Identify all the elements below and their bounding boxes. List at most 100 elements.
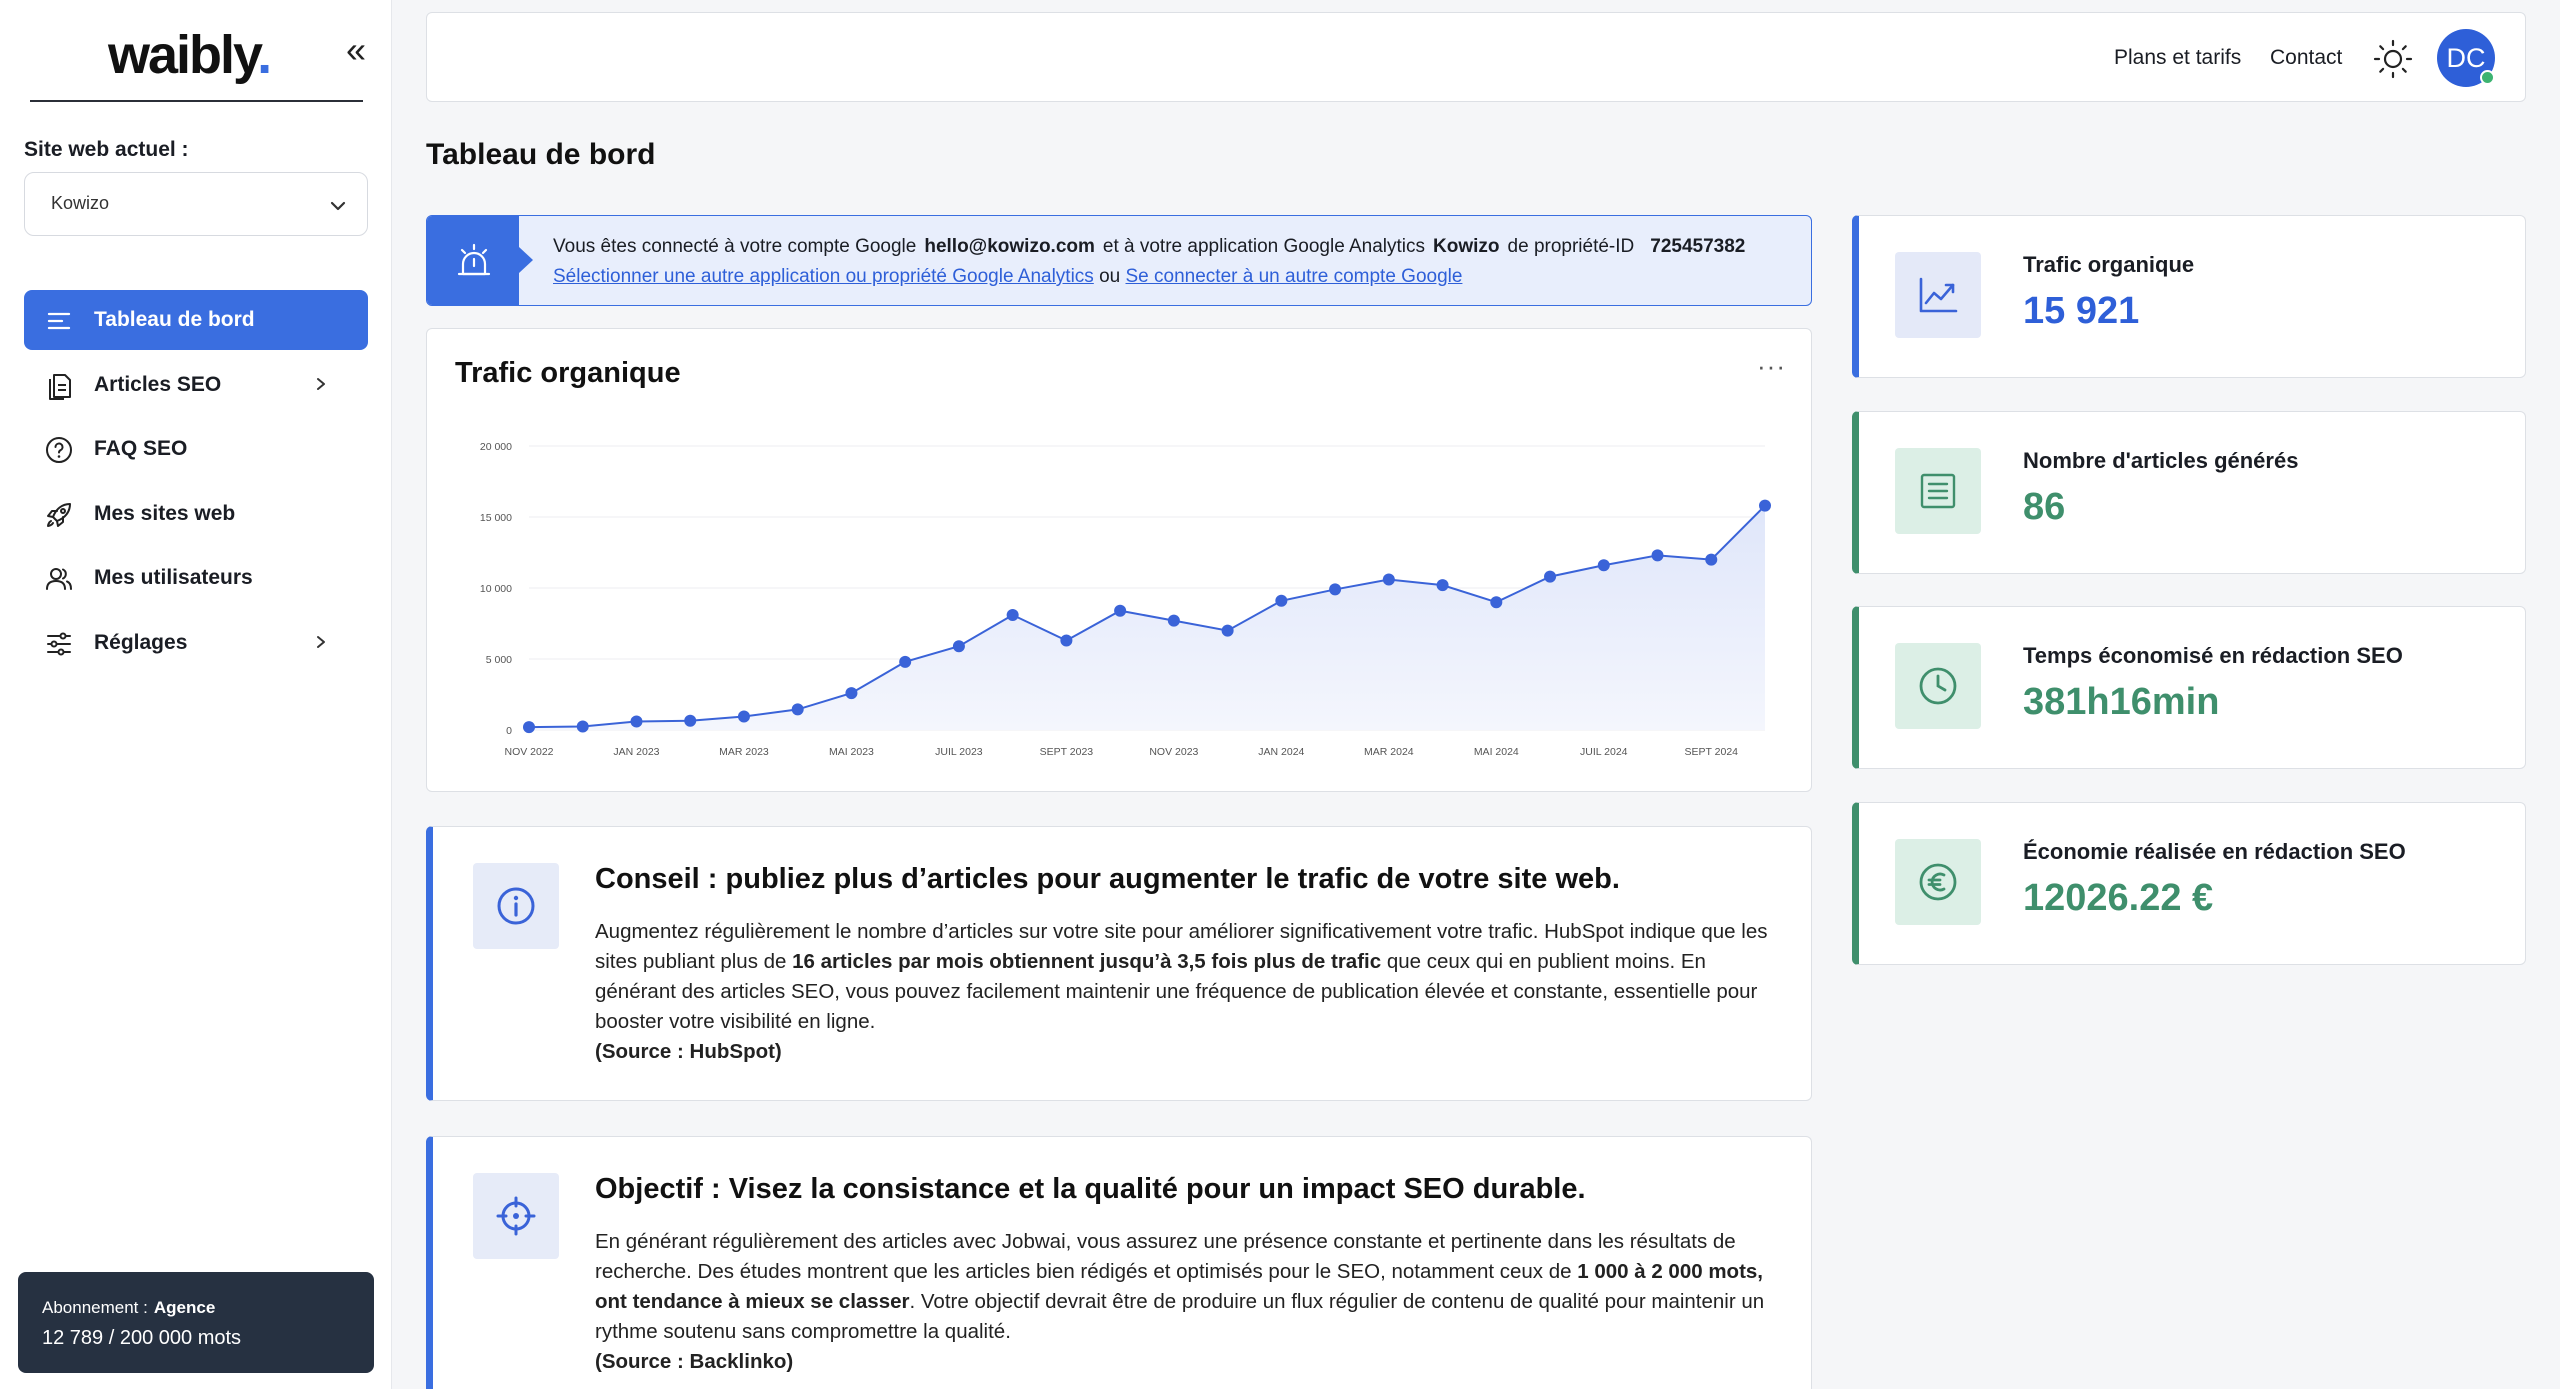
sidebar-item-articles-seo[interactable]: Articles SEO [24, 355, 368, 415]
online-status-dot [2480, 70, 2495, 85]
stat-label: Nombre d'articles générés [2023, 448, 2299, 473]
logo-area: waibly. [30, 18, 363, 102]
data-point [1597, 559, 1610, 572]
info-icon [497, 887, 535, 925]
subscription-usage: 12 789 / 200 000 mots [42, 1327, 242, 1349]
tip-title: Objectif : Visez la consistance et la qu… [595, 1173, 1586, 1205]
site-select-value: Kowizo [51, 193, 110, 213]
topbar: Plans et tarifs Contact DC [426, 12, 2526, 102]
data-point [899, 655, 912, 668]
clock-icon-box [1895, 643, 1981, 729]
x-tick-label: NOV 2022 [504, 746, 553, 758]
document-icon [49, 373, 71, 400]
tip-card-objectif: Objectif : Visez la consistance et la qu… [426, 1136, 1812, 1389]
data-point [1275, 594, 1288, 607]
data-point [1705, 553, 1718, 566]
data-point [630, 715, 643, 728]
data-point [737, 710, 750, 723]
data-point [1490, 596, 1503, 609]
info-icon-box [473, 863, 559, 949]
sidebar-item-faq-seo[interactable]: FAQ SEO [24, 419, 368, 479]
dashboard-icon [47, 312, 71, 330]
notice-or: ou [1099, 266, 1121, 287]
trend-icon-box [1895, 252, 1981, 338]
chevron-right-icon [317, 377, 325, 390]
subscription-label: Abonnement : [42, 1298, 148, 1317]
tip-source: (Source : HubSpot) [595, 1040, 782, 1063]
x-tick-label: NOV 2023 [1149, 746, 1198, 758]
sidebar-item-label: Mes sites web [94, 501, 236, 525]
stat-value: 381h16min [2023, 681, 2220, 723]
y-tick-label: 0 [506, 725, 512, 737]
avatar[interactable]: DC [2437, 29, 2495, 87]
sidebar-item-mes-sites-web[interactable]: Mes sites web [24, 484, 368, 544]
data-point [576, 720, 589, 733]
notice-text: Vous êtes connecté à votre compte Google… [553, 236, 1746, 257]
sliders-icon [47, 632, 71, 655]
data-point [1114, 604, 1127, 617]
data-point [1382, 573, 1395, 586]
sun-icon[interactable] [2373, 39, 2413, 79]
stat-card-organic-traffic: Trafic organique 15 921 [1852, 215, 2526, 378]
pricing-link[interactable]: Plans et tarifs [2114, 46, 2241, 70]
tip-body: Augmentez régulièrement le nombre d’arti… [595, 917, 1780, 1067]
select-other-property-link[interactable]: Sélectionner une autre application ou pr… [553, 266, 1094, 287]
x-tick-label: JUIL 2023 [935, 746, 983, 758]
tip-title: Conseil : publiez plus d’articles pour a… [595, 863, 1620, 895]
x-tick-label: JAN 2023 [613, 746, 659, 758]
x-tick-label: MAR 2023 [719, 746, 769, 758]
stat-value: 86 [2023, 486, 2066, 528]
sidebar-item-mes-utilisateurs[interactable]: Mes utilisateurs [24, 548, 368, 608]
users-icon [46, 568, 72, 590]
contact-link[interactable]: Contact [2270, 46, 2342, 70]
chevron-down-icon [330, 201, 346, 211]
stat-label: Économie réalisée en rédaction SEO [2023, 839, 2406, 864]
sidebar-item-label: Articles SEO [94, 372, 222, 396]
target-icon-box [473, 1173, 559, 1259]
data-point [1651, 549, 1664, 562]
x-tick-label: MAR 2024 [1364, 746, 1414, 758]
tip-card-conseil: Conseil : publiez plus d’articles pour a… [426, 826, 1812, 1101]
chevron-right-icon [317, 635, 325, 648]
y-tick-label: 5 000 [486, 654, 512, 666]
logo[interactable]: waibly. [108, 24, 272, 86]
sidebar-item-tableau-de-bord[interactable]: Tableau de bord [24, 290, 368, 350]
data-point [1329, 583, 1342, 596]
data-point [1221, 624, 1234, 637]
x-tick-label: JUIL 2024 [1580, 746, 1628, 758]
trend-chart-icon [1919, 277, 1958, 313]
sidebar-item-label: Réglages [94, 630, 188, 654]
sidebar-item-reglages[interactable]: Réglages [24, 613, 368, 673]
stat-value: 12026.22 € [2023, 877, 2214, 919]
sidebar: waibly. « Site web actuel : Kowizo Table… [0, 0, 392, 1389]
stat-card-time-saved: Temps économisé en rédaction SEO 381h16m… [1852, 606, 2526, 769]
collapse-sidebar-button[interactable]: « [336, 32, 376, 72]
stat-label: Trafic organique [2023, 252, 2195, 277]
site-select[interactable]: Kowizo [24, 172, 368, 236]
data-point [1759, 499, 1771, 512]
data-point [845, 687, 858, 700]
stat-label: Temps économisé en rédaction SEO [2023, 643, 2403, 668]
tip-source: (Source : Backlinko) [595, 1350, 794, 1373]
euro-icon-box [1895, 839, 1981, 925]
y-tick-label: 10 000 [480, 583, 512, 595]
euro-icon [1919, 863, 1957, 901]
connect-other-account-link[interactable]: Se connecter à un autre compte Google [1126, 266, 1463, 287]
question-icon [46, 437, 72, 463]
series-area [529, 505, 1765, 730]
data-point [1436, 579, 1449, 592]
x-tick-label: MAI 2023 [829, 746, 874, 758]
notice-app: Kowizo [1433, 236, 1500, 257]
clock-icon [1919, 667, 1957, 705]
stat-value: 15 921 [2023, 290, 2140, 332]
y-tick-label: 15 000 [480, 512, 512, 524]
alarm-icon [457, 243, 491, 276]
x-tick-label: MAI 2024 [1474, 746, 1519, 758]
notice-links: Sélectionner une autre application ou pr… [553, 266, 1462, 288]
data-point [1167, 614, 1180, 627]
traffic-chart: 0 5 000 10 000 15 000 20 000 NOV 2022 JAN 2023… [480, 441, 1771, 758]
rocket-icon [47, 502, 71, 527]
sidebar-nav: Tableau de bord Articles SEO FAQ SEO Mes… [24, 290, 368, 677]
notice-email: hello@kowizo.com [924, 236, 1095, 257]
notice-property-id: 725457382 [1650, 236, 1746, 257]
